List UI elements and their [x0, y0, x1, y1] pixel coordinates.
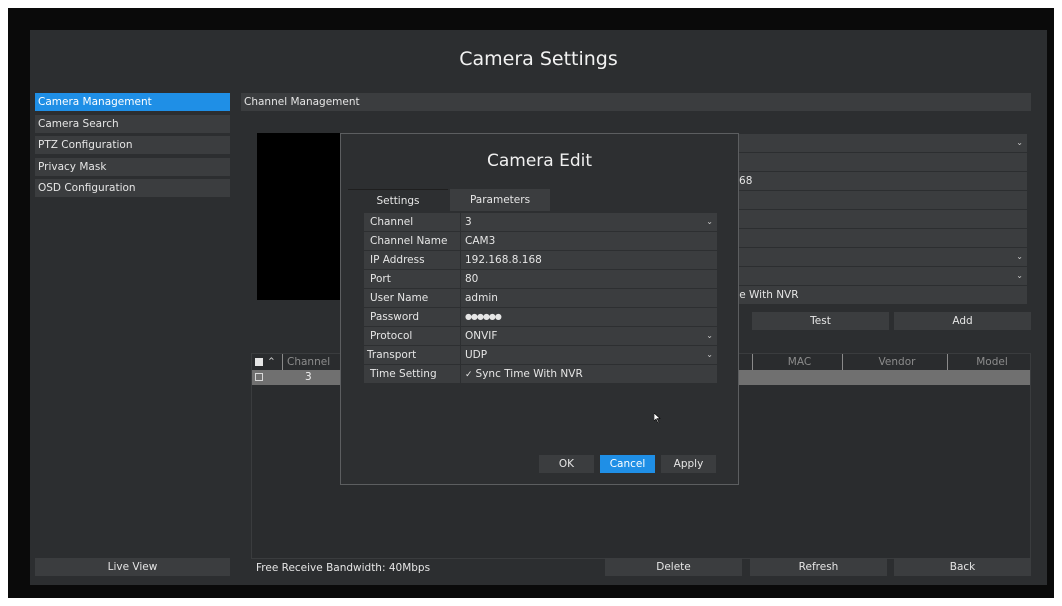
camera-edit-form: Channel 3 ⌄ Channel Name CAM3 IP Address…: [364, 213, 717, 384]
transport-protocol-select[interactable]: UDP ⌄: [461, 346, 717, 364]
bg-password-field[interactable]: [725, 229, 1027, 247]
bandwidth-status: Free Receive Bandwidth: 40Mbps: [256, 562, 431, 574]
sidebar-item-camera-search[interactable]: Camera Search: [35, 114, 230, 133]
sidebar: Camera Management Camera Search PTZ Conf…: [35, 93, 230, 201]
apply-button[interactable]: Apply: [661, 455, 716, 473]
page-title: Camera Settings: [459, 48, 618, 70]
column-header-mac[interactable]: MAC: [752, 354, 842, 370]
protocol-select[interactable]: ONVIF ⌄: [461, 327, 717, 345]
sort-up-icon[interactable]: ⌃: [267, 354, 276, 370]
protocol-label: Protocol: [364, 327, 460, 345]
user-name-label: User Name: [364, 289, 460, 307]
bg-ip-address-field[interactable]: .168: [725, 172, 1027, 190]
bg-protocol-select[interactable]: ⌄: [725, 248, 1027, 266]
test-button[interactable]: Test: [752, 312, 889, 330]
tab-settings[interactable]: Settings: [348, 189, 448, 211]
sidebar-item-ptz-configuration[interactable]: PTZ Configuration: [35, 136, 230, 154]
time-setting-row: Time Setting ✓ Sync Time With NVR: [364, 365, 717, 383]
ip-address-input[interactable]: 192.168.8.168: [461, 251, 717, 269]
channel-select[interactable]: 3 ⌄: [461, 213, 717, 231]
port-row: Port 80: [364, 270, 717, 288]
column-header-channel[interactable]: Channel: [282, 354, 342, 370]
transport-protocol-value: UDP: [465, 349, 488, 361]
port-input[interactable]: 80: [461, 270, 717, 288]
ok-button[interactable]: OK: [539, 455, 594, 473]
user-name-row: User Name admin: [364, 289, 717, 307]
column-header-model[interactable]: Model: [947, 354, 1032, 370]
bg-time-setting-field[interactable]: me With NVR: [725, 286, 1027, 304]
protocol-value: ONVIF: [465, 330, 498, 342]
column-header-vendor[interactable]: Vendor: [842, 354, 947, 370]
sync-time-checkbox[interactable]: ✓ Sync Time With NVR: [461, 365, 717, 383]
password-input[interactable]: ●●●●●●: [461, 308, 717, 326]
bg-port-field[interactable]: [725, 191, 1027, 209]
sidebar-item-osd-configuration[interactable]: OSD Configuration: [35, 179, 230, 197]
sidebar-item-privacy-mask[interactable]: Privacy Mask: [35, 157, 230, 176]
bg-user-name-field[interactable]: [725, 210, 1027, 228]
sidebar-item-camera-management[interactable]: Camera Management: [35, 93, 230, 111]
chevron-down-icon: ⌄: [706, 217, 713, 226]
channel-name-row: Channel Name CAM3: [364, 232, 717, 250]
back-button[interactable]: Back: [894, 558, 1031, 576]
chevron-down-icon: ⌄: [706, 331, 713, 340]
select-all-checkbox[interactable]: [255, 358, 263, 366]
delete-button[interactable]: Delete: [605, 558, 742, 576]
time-setting-label: Time Setting: [364, 365, 460, 383]
sync-time-label: Sync Time With NVR: [475, 368, 583, 380]
chevron-down-icon: ⌄: [1016, 138, 1023, 147]
dialog-title: Camera Edit: [486, 151, 593, 171]
protocol-row: Protocol ONVIF ⌄: [364, 327, 717, 345]
cursor-icon: [654, 413, 661, 423]
channel-name-input[interactable]: CAM3: [461, 232, 717, 250]
row-checkbox[interactable]: [255, 373, 263, 381]
password-label: Password: [364, 308, 460, 326]
live-view-button[interactable]: Live View: [35, 558, 230, 576]
transport-protocol-row: Transport Protocol UDP ⌄: [364, 346, 717, 379]
channel-row: Channel 3 ⌄: [364, 213, 717, 231]
chevron-down-icon: ⌄: [1016, 252, 1023, 261]
user-name-input[interactable]: admin: [461, 289, 717, 307]
channel-name-label: Channel Name: [364, 232, 460, 250]
add-button[interactable]: Add: [894, 312, 1031, 330]
refresh-button[interactable]: Refresh: [750, 558, 887, 576]
ip-address-row: IP Address 192.168.8.168: [364, 251, 717, 269]
password-row: Password ●●●●●●: [364, 308, 717, 326]
cancel-button[interactable]: Cancel: [600, 455, 655, 473]
tab-parameters[interactable]: Parameters: [450, 189, 550, 211]
channel-label: Channel: [364, 213, 460, 231]
chevron-down-icon: ⌄: [706, 350, 713, 359]
bg-channel-select[interactable]: ⌄: [725, 134, 1027, 152]
camera-edit-dialog: Camera Edit Settings Parameters Channel …: [340, 133, 739, 485]
bg-channel-name-field[interactable]: [725, 153, 1027, 171]
chevron-down-icon: ⌄: [1016, 271, 1023, 280]
bg-transport-select[interactable]: ⌄: [725, 267, 1027, 285]
port-label: Port: [364, 270, 460, 288]
ip-address-label: IP Address: [364, 251, 460, 269]
channel-value: 3: [465, 216, 472, 228]
checkmark-icon: ✓: [465, 370, 473, 380]
transport-protocol-label: Transport Protocol: [364, 346, 460, 379]
row-channel-cell: 3: [305, 371, 312, 383]
section-header: Channel Management: [241, 93, 1031, 111]
